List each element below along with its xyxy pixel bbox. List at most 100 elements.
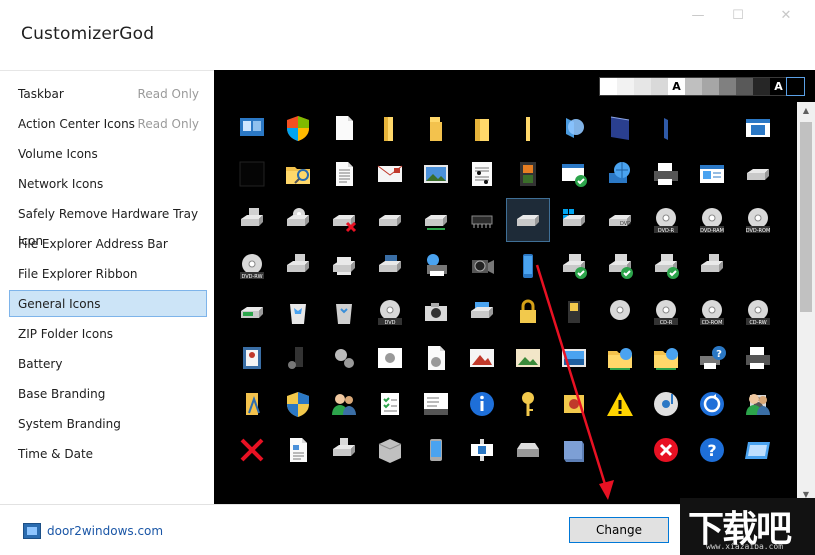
sidebar-item[interactable]: Base Branding [9,380,207,407]
icon-cell[interactable] [506,382,550,426]
icon-cell[interactable] [414,152,458,196]
icon-cell[interactable] [276,428,320,472]
icon-cell[interactable] [230,198,274,242]
icon-cell[interactable] [276,152,320,196]
icon-cell[interactable] [644,152,688,196]
background-swatch[interactable] [702,78,719,95]
vertical-scrollbar[interactable]: ▲ ▼ [797,102,815,502]
icon-cell[interactable] [368,428,412,472]
icon-cell[interactable] [506,198,550,242]
icon-cell[interactable]: ? [690,336,734,380]
icon-cell[interactable] [644,244,688,288]
icon-cell[interactable] [368,106,412,150]
background-swatch[interactable] [634,78,651,95]
background-swatch[interactable] [786,77,805,96]
icon-cell[interactable] [414,290,458,334]
icon-cell[interactable]: CD-R [644,290,688,334]
icon-cell[interactable] [414,106,458,150]
background-swatch[interactable] [600,78,617,95]
icon-cell[interactable] [460,106,504,150]
icon-cell[interactable] [552,244,596,288]
icon-cell[interactable] [690,244,734,288]
icon-cell[interactable] [276,382,320,426]
icon-cell[interactable] [276,198,320,242]
background-swatch[interactable] [719,78,736,95]
icon-cell[interactable] [506,106,550,150]
sidebar-item[interactable]: Network Icons [9,170,207,197]
icon-cell[interactable] [644,428,688,472]
icon-cell[interactable] [460,382,504,426]
icon-cell[interactable]: DVD-R [644,198,688,242]
icon-cell[interactable] [322,382,366,426]
icon-cell[interactable] [230,106,274,150]
icon-cell[interactable] [322,428,366,472]
icon-cell[interactable] [644,106,688,150]
icon-cell[interactable] [736,428,780,472]
background-swatch[interactable]: A [770,78,787,95]
icon-cell[interactable] [230,152,274,196]
icon-cell[interactable]: CD-RW [736,290,780,334]
icon-cell[interactable] [276,290,320,334]
icon-cell[interactable] [644,336,688,380]
icon-cell[interactable] [598,244,642,288]
scroll-up-icon[interactable]: ▲ [797,102,815,118]
icon-cell[interactable] [460,244,504,288]
icon-cell[interactable] [506,428,550,472]
sidebar-item[interactable]: Battery [9,350,207,377]
sidebar-item[interactable]: Safely Remove Hardware Tray Icon [9,200,207,248]
icon-cell[interactable]: DVD [368,290,412,334]
icon-cell[interactable] [230,336,274,380]
background-swatch[interactable] [685,78,702,95]
icon-cell[interactable] [598,152,642,196]
icon-cell[interactable] [322,290,366,334]
sidebar-item[interactable]: Action Center Icons Read Only [9,110,207,137]
icon-cell[interactable] [690,152,734,196]
background-swatch[interactable] [617,78,634,95]
icon-cell[interactable] [230,290,274,334]
icon-cell[interactable]: DVD-RAM [690,198,734,242]
sidebar-item[interactable]: ZIP Folder Icons [9,320,207,347]
icon-cell[interactable] [368,198,412,242]
icon-cell[interactable] [322,106,366,150]
close-button[interactable]: ✕ [763,0,809,30]
icon-cell[interactable] [598,382,642,426]
icon-cell[interactable] [736,382,780,426]
sidebar-item[interactable]: Volume Icons [9,140,207,167]
icon-cell[interactable] [276,336,320,380]
icon-cell[interactable] [690,382,734,426]
icon-cell[interactable] [414,428,458,472]
icon-cell[interactable] [368,336,412,380]
icon-cell[interactable] [414,198,458,242]
sidebar-item[interactable]: System Branding [9,410,207,437]
background-swatch[interactable]: A [668,78,685,95]
icon-cell[interactable] [322,198,366,242]
icon-cell[interactable] [414,244,458,288]
website-link[interactable]: door2windows.com [23,521,163,541]
icon-cell[interactable]: DVD-ROM [736,198,780,242]
icon-cell[interactable] [552,152,596,196]
icon-cell[interactable] [506,290,550,334]
icon-cell[interactable] [322,152,366,196]
background-swatch[interactable] [753,78,770,95]
icon-cell[interactable] [230,428,274,472]
icon-cell[interactable] [460,152,504,196]
icon-cell[interactable] [506,244,550,288]
icon-cell[interactable] [736,106,780,150]
icon-cell[interactable] [322,336,366,380]
icon-cell[interactable]: DVD [598,198,642,242]
icon-cell[interactable] [276,244,320,288]
icon-cell[interactable] [736,152,780,196]
scroll-thumb[interactable] [800,122,812,312]
icon-cell[interactable] [276,106,320,150]
icon-cell[interactable] [736,336,780,380]
icon-cell[interactable] [460,290,504,334]
icon-cell[interactable] [552,198,596,242]
icon-cell[interactable] [414,336,458,380]
icon-cell[interactable] [598,106,642,150]
icon-cell[interactable] [552,428,596,472]
icon-cell[interactable] [506,152,550,196]
maximize-button[interactable]: ☐ [715,0,761,30]
sidebar-item[interactable]: File Explorer Address Bar [9,230,207,257]
icon-cell[interactable] [552,290,596,334]
sidebar-item[interactable]: Time & Date [9,440,207,467]
